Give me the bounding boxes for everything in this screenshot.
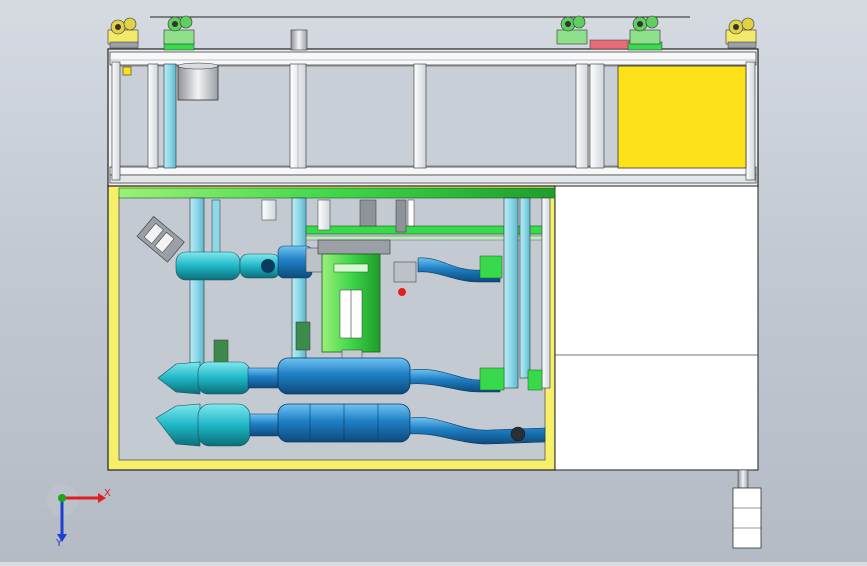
wheel-mid-1[interactable]: [163, 15, 195, 45]
y-axis-dot: [58, 494, 66, 502]
wheel-mid-2[interactable]: [556, 15, 588, 45]
coordinate-triad: X Y: [46, 484, 111, 548]
wheel-mid-3[interactable]: [629, 15, 661, 45]
x-axis-label: X: [104, 488, 111, 499]
wheel-right[interactable]: [725, 17, 757, 49]
right-cabinet[interactable]: [554, 185, 762, 549]
wheel-left[interactable]: [107, 17, 139, 49]
assembly-drawing[interactable]: [0, 0, 867, 562]
upper-frame[interactable]: [107, 29, 759, 188]
y-axis-label: Y: [55, 538, 63, 548]
cad-viewport[interactable]: X Y: [0, 0, 867, 562]
